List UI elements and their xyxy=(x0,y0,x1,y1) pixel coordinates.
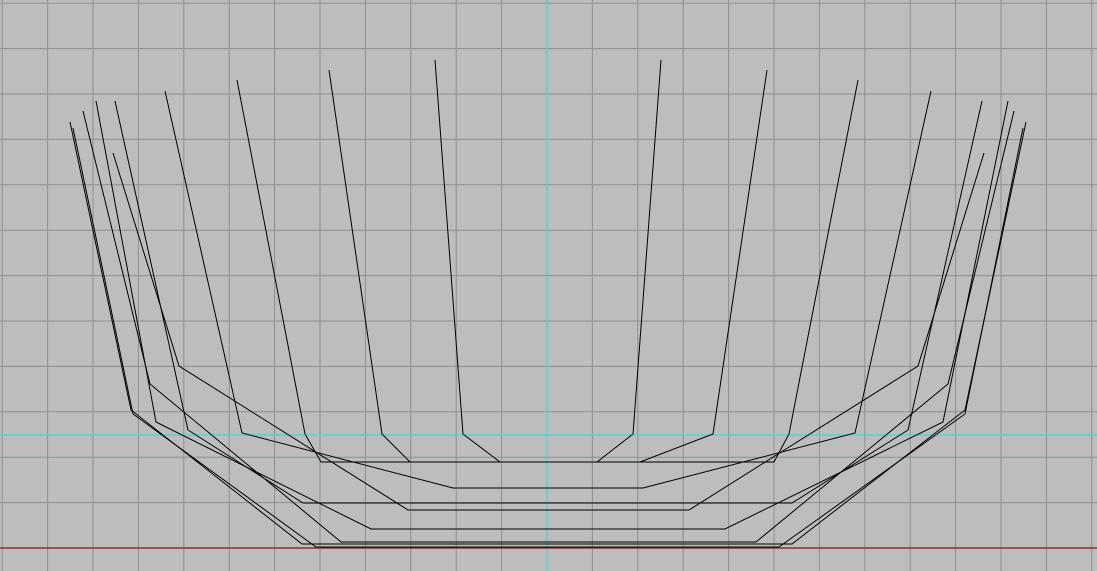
viewport-canvas[interactable] xyxy=(0,0,1097,571)
viewport-background xyxy=(0,0,1097,571)
perspective-viewport[interactable] xyxy=(0,0,1097,571)
